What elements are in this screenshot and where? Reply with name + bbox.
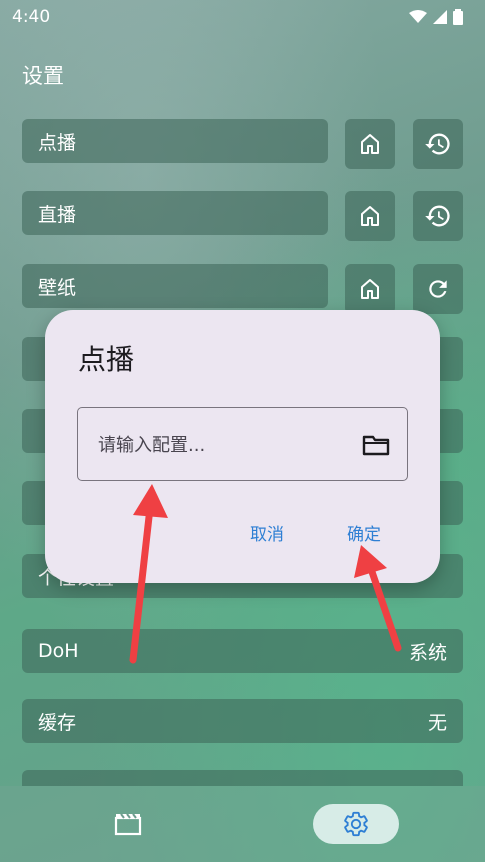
- arrow-to-confirm: [354, 545, 402, 652]
- annotation-arrows: [129, 484, 402, 664]
- arrow-to-input: [129, 484, 168, 664]
